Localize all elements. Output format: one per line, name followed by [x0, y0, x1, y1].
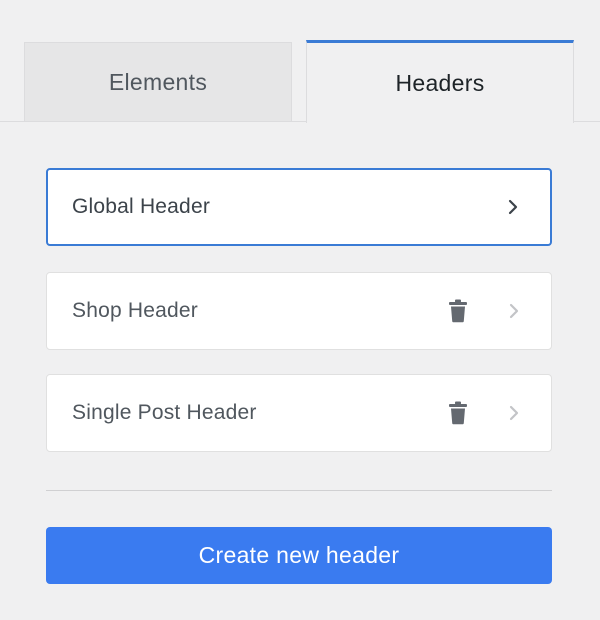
header-item-single-post[interactable]: Single Post Header — [46, 374, 552, 452]
tab-elements[interactable]: Elements — [24, 42, 292, 122]
header-item-global[interactable]: Global Header — [46, 168, 552, 246]
header-item-label: Global Header — [72, 195, 211, 218]
chevron-right-icon[interactable] — [507, 404, 521, 422]
tab-elements-label: Elements — [108, 69, 208, 95]
chevron-right-icon[interactable] — [507, 302, 521, 320]
create-new-header-button[interactable]: Create new header — [46, 527, 552, 584]
chevron-right-icon[interactable] — [506, 198, 520, 216]
trash-icon[interactable] — [448, 401, 468, 425]
trash-icon[interactable] — [448, 299, 468, 323]
header-item-label: Shop Header — [72, 299, 198, 322]
header-item-shop[interactable]: Shop Header — [46, 272, 552, 350]
header-item-label: Single Post Header — [72, 401, 257, 424]
create-new-header-label: Create new header — [198, 542, 400, 568]
tab-bar: Elements Headers — [0, 0, 600, 123]
tab-headers-label: Headers — [395, 69, 485, 96]
tab-headers[interactable]: Headers — [306, 40, 574, 123]
section-divider — [46, 490, 552, 491]
